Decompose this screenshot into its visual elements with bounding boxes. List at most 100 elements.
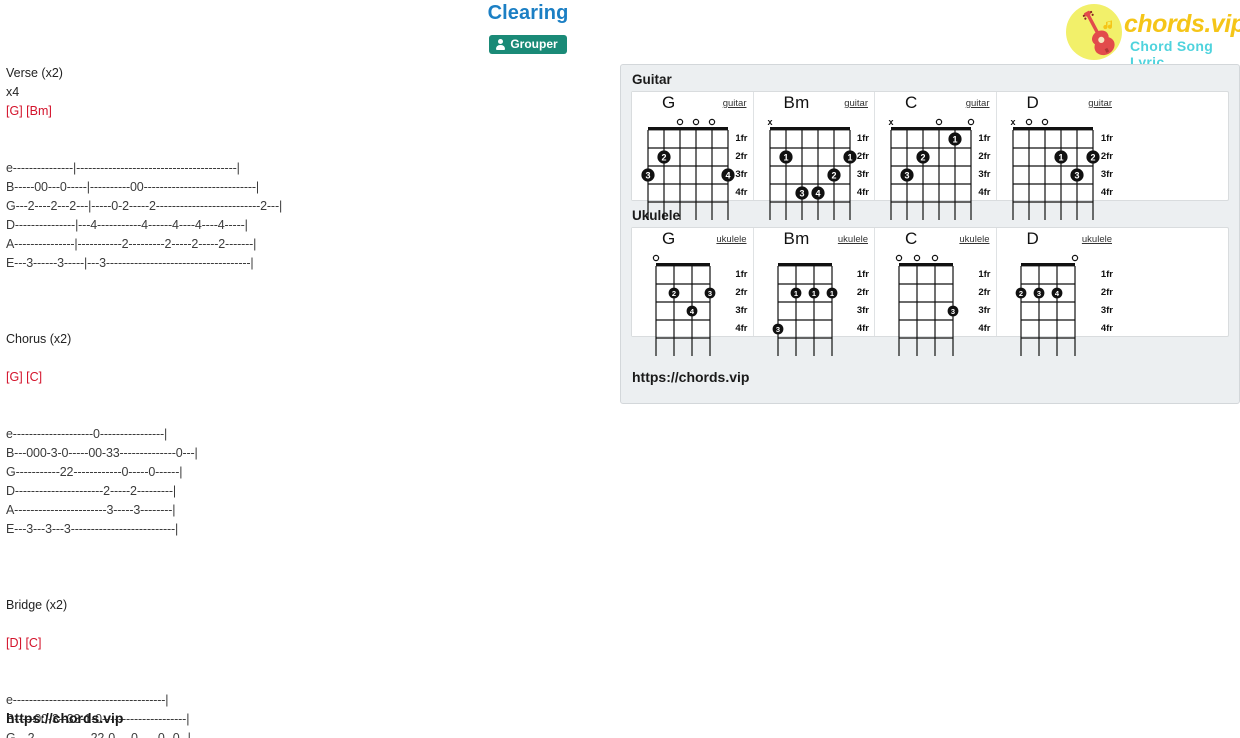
finger-dot: 2 [1015, 287, 1026, 299]
chord-instrument-link[interactable]: ukulele [838, 234, 868, 245]
svg-text:3: 3 [951, 307, 955, 316]
muted-string-marker: x [1010, 117, 1015, 127]
open-string-marker [935, 118, 943, 126]
chord-name: C [905, 93, 918, 112]
chord-cell-c-ukulele[interactable]: Cukulele 3 1fr 2fr 3fr 4fr [875, 228, 997, 356]
artist-pill[interactable]: Grouper [489, 35, 567, 54]
chord-diagram-c-guitar: x 3 2 1 [888, 117, 975, 220]
site-logo[interactable]: chords.vip Chord Song Lyric [1066, 2, 1240, 71]
fret-label: 2fr [856, 151, 869, 162]
chord-name: G [662, 93, 676, 112]
chord-instrument-link[interactable]: ukulele [1082, 234, 1112, 245]
open-string-marker [1041, 118, 1048, 126]
fret-label: 2fr [1100, 151, 1113, 162]
chord-diagram-d-ukulele: 2 3 4 [1015, 254, 1078, 356]
fret-label: 4fr [1100, 187, 1113, 198]
chord-line: [D] [C] [6, 636, 42, 650]
fret-label: 1fr [856, 133, 869, 144]
open-string-marker [708, 118, 716, 126]
chord-cell-bm-ukulele[interactable]: Bm ukulele 3 1 1 1 1fr 2fr 3fr 4fr [753, 228, 875, 356]
chord-line: [G] [Bm] [6, 104, 52, 118]
tablature-block: e--------------------0----------------| … [6, 427, 198, 536]
fret-label: 1fr [978, 133, 991, 144]
fret-label: 1fr [735, 133, 748, 144]
svg-text:3: 3 [645, 170, 650, 180]
svg-text:2: 2 [661, 152, 666, 162]
svg-text:2: 2 [1018, 289, 1022, 298]
chord-instrument-link[interactable]: guitar [1088, 98, 1112, 109]
chord-line: [G] [C] [6, 370, 43, 384]
chord-cell-g-ukulele[interactable]: Gukulele 2 4 3 1fr 2fr 3fr 4fr [632, 228, 754, 356]
finger-dot: 2 [657, 150, 671, 164]
fret-label: 3fr [1100, 305, 1113, 316]
fret-label: 4fr [856, 187, 869, 198]
page-title: Clearing [487, 2, 569, 24]
chord-cell-d-guitar[interactable]: Dguitar x 1 3 2 1fr 2fr 3fr 4fr [996, 92, 1118, 220]
finger-dot: 3 [1069, 168, 1084, 182]
finger-dot: 3 [794, 186, 809, 200]
svg-text:4: 4 [815, 188, 820, 198]
fret-label: 2fr [856, 287, 869, 298]
open-string-marker [967, 118, 975, 126]
chord-cell-bm-guitar[interactable]: Bm guitar x 1 2 3 4 1 1fr 2fr 3fr 4fr [753, 92, 875, 220]
open-string-marker [676, 118, 684, 126]
finger-dot: 4 [721, 168, 735, 182]
footer-url[interactable]: https://chords.vip [6, 710, 123, 726]
chord-name: G [662, 229, 676, 248]
chord-instrument-link[interactable]: guitar [723, 98, 747, 109]
chord-diagram-c-ukulele: 3 [895, 254, 959, 356]
fret-label: 1fr [978, 269, 991, 280]
svg-text:3: 3 [1074, 170, 1079, 180]
chord-diagram-g-ukulele: 2 4 3 [652, 254, 716, 356]
chord-instrument-link[interactable]: guitar [844, 98, 868, 109]
chord-instrument-link[interactable]: guitar [966, 98, 990, 109]
finger-dot: 4 [1051, 287, 1062, 299]
open-string-marker [931, 254, 939, 262]
chord-cell-d-ukulele[interactable]: Dukulele 2 3 4 1fr 2fr 3fr 4fr [996, 228, 1118, 356]
svg-text:3: 3 [708, 289, 712, 298]
section-title: Bridge (x2) [6, 598, 68, 612]
chord-instrument-link[interactable]: ukulele [959, 234, 989, 245]
fret-label: 4fr [735, 187, 748, 198]
fret-label: 4fr [978, 187, 991, 198]
fret-label: 3fr [1100, 169, 1113, 180]
fret-label: 3fr [856, 305, 869, 316]
finger-dot: 3 [772, 323, 783, 335]
chord-diagram-d-guitar: x 1 3 2 [1010, 117, 1100, 220]
finger-dot: 3 [641, 168, 655, 182]
svg-text:1: 1 [829, 289, 833, 298]
fret-label: 2fr [735, 151, 748, 162]
panel-url[interactable]: https://chords.vip [632, 369, 749, 385]
guitar-chord-row: Gguitar 3 2 4 1fr 2fr 3fr 4fr Bm guitar x 1 2 3 4 1 1fr 2… [631, 91, 1229, 220]
svg-text:2: 2 [672, 289, 676, 298]
finger-dot: 1 [790, 287, 801, 299]
fret-label: 4fr [735, 323, 748, 334]
section-repeat: x4 [6, 85, 20, 99]
fret-label: 2fr [735, 287, 748, 298]
chord-name: C [905, 229, 918, 248]
svg-text:1: 1 [793, 289, 797, 298]
chord-cell-c-guitar[interactable]: Cguitar x 3 2 1 1fr 2fr 3fr 4fr [875, 92, 997, 220]
svg-text:1: 1 [783, 152, 788, 162]
chord-cell-g-guitar[interactable]: Gguitar 3 2 4 1fr 2fr 3fr 4fr [632, 92, 754, 220]
fret-label: 1fr [856, 269, 869, 280]
fret-label: 3fr [735, 305, 748, 316]
open-string-marker [1071, 254, 1078, 262]
chord-instrument-link[interactable]: ukulele [716, 234, 746, 245]
fret-label: 4fr [978, 323, 991, 334]
chord-panel: Guitar Gguitar 3 2 4 1fr 2fr 3fr 4fr Bm guitar x 1 2… [620, 64, 1240, 404]
svg-text:2: 2 [1090, 152, 1095, 162]
fret-label: 2fr [1100, 287, 1113, 298]
open-string-marker [895, 254, 903, 262]
fret-label: 4fr [856, 323, 869, 334]
artist-name: Grouper [510, 37, 558, 51]
fret-label: 3fr [978, 169, 991, 180]
chord-name: Bm [783, 93, 810, 112]
